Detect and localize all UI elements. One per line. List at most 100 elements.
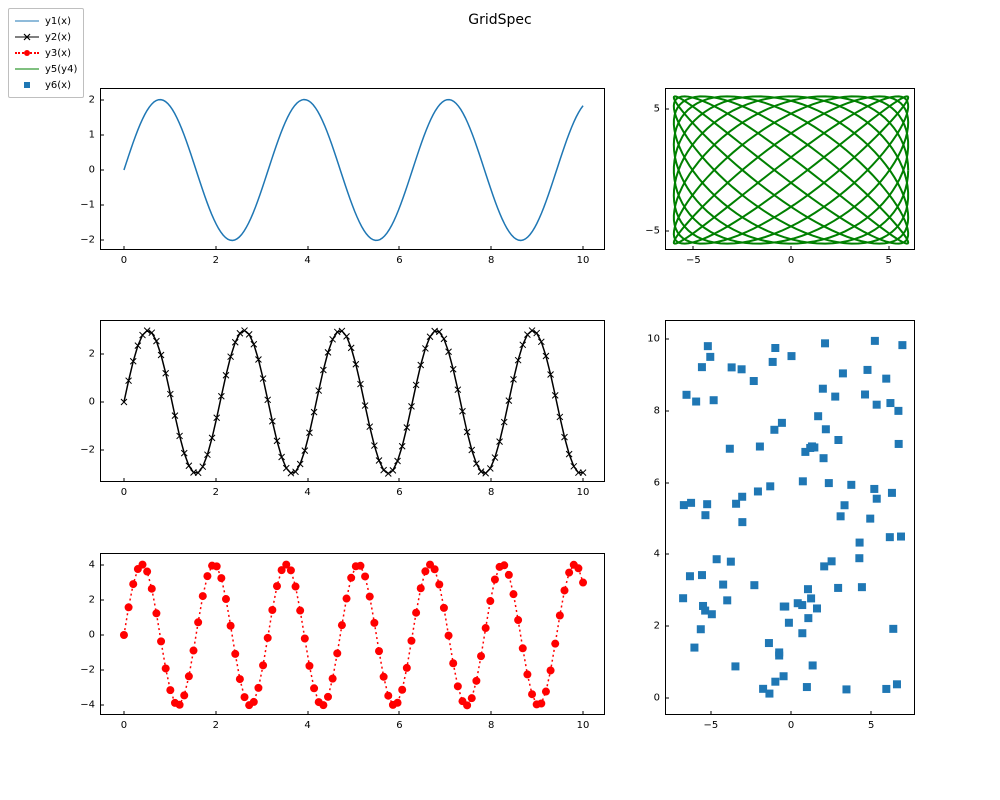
scatter-point <box>882 685 890 693</box>
scatter-point <box>687 499 695 507</box>
x-tick-label: 4 <box>304 714 310 731</box>
scatter-point <box>692 398 700 406</box>
figure-title: GridSpec <box>0 12 1000 28</box>
subplot-y2: −2020246810 <box>100 320 605 482</box>
scatter-point <box>809 661 817 669</box>
scatter-point <box>888 489 896 497</box>
x-tick-label: 0 <box>121 249 127 266</box>
scatter-point <box>804 585 812 593</box>
series-line <box>124 100 583 241</box>
scatter-point <box>801 448 809 456</box>
legend-swatch-square-icon <box>15 78 39 92</box>
subplot-y6: 0246810−505 <box>665 320 915 715</box>
scatter-point <box>898 341 906 349</box>
legend-item-y6: y6(x) <box>15 77 77 93</box>
scatter-point <box>699 602 707 610</box>
scatter-point <box>726 445 734 453</box>
scatter-point <box>780 672 788 680</box>
x-tick-label: 2 <box>213 714 219 731</box>
x-tick-label: 8 <box>488 714 494 731</box>
scatter-point <box>820 454 828 462</box>
x-tick-label: 0 <box>121 714 127 731</box>
scatter-point <box>697 625 705 633</box>
scatter-point <box>873 401 881 409</box>
scatter-point <box>770 426 778 434</box>
scatter-point <box>728 363 736 371</box>
scatter-point <box>882 375 890 383</box>
scatter-point <box>871 337 879 345</box>
subplot-y3: −4−20240246810 <box>100 553 605 715</box>
scatter-point <box>785 619 793 627</box>
scatter-point <box>765 690 773 698</box>
scatter-point <box>821 339 829 347</box>
scatter-point <box>866 515 874 523</box>
scatter-point <box>771 678 779 686</box>
scatter-point <box>886 533 894 541</box>
legend-label: y6(x) <box>45 80 71 91</box>
scatter-point <box>731 662 739 670</box>
scatter-point <box>820 562 828 570</box>
legend-label: y5(y4) <box>45 64 77 75</box>
scatter-point <box>750 377 758 385</box>
scatter-point <box>686 572 694 580</box>
scatter-point <box>819 385 827 393</box>
x-tick-label: 10 <box>577 481 590 498</box>
scatter-point <box>804 614 812 622</box>
scatter-point <box>713 555 721 563</box>
scatter-point <box>780 603 788 611</box>
plot-area <box>101 89 606 251</box>
scatter-point <box>698 571 706 579</box>
scatter-point <box>813 604 821 612</box>
scatter-point <box>738 493 746 501</box>
scatter-point <box>873 495 881 503</box>
scatter-point <box>778 419 786 427</box>
scatter-point <box>803 683 811 691</box>
scatter-point <box>727 558 735 566</box>
scatter-point <box>683 391 691 399</box>
plot-area <box>666 321 916 716</box>
legend: y1(x) y2(x) y3(x) y5(y4) y <box>8 8 84 98</box>
scatter-point <box>894 407 902 415</box>
scatter-point <box>690 644 698 652</box>
y-tick-label: 10 <box>647 333 666 344</box>
scatter-point <box>771 344 779 352</box>
x-tick-label: 0 <box>788 249 794 266</box>
scatter-point <box>719 581 727 589</box>
scatter-point <box>701 511 709 519</box>
x-tick-label: 4 <box>304 481 310 498</box>
x-tick-label: 2 <box>213 249 219 266</box>
scatter-point <box>775 648 783 656</box>
legend-label: y2(x) <box>45 32 71 43</box>
scatter-point <box>679 594 687 602</box>
figure: GridSpec y1(x) y2(x) y3(x) <box>0 0 1000 800</box>
legend-item-y5: y5(y4) <box>15 61 77 77</box>
x-tick-label: 8 <box>488 249 494 266</box>
x-tick-label: 10 <box>577 714 590 731</box>
scatter-point <box>825 479 833 487</box>
y-tick-label: −2 <box>80 665 101 676</box>
y-tick-label: −5 <box>645 226 666 237</box>
x-tick-label: 6 <box>396 714 402 731</box>
scatter-point <box>841 501 849 509</box>
scatter-point <box>765 639 773 647</box>
scatter-point <box>834 584 842 592</box>
scatter-point <box>708 610 716 618</box>
scatter-point <box>839 369 847 377</box>
scatter-point <box>814 412 822 420</box>
legend-swatch-dot-o-icon <box>15 46 39 60</box>
legend-item-y2: y2(x) <box>15 29 77 45</box>
scatter-point <box>822 425 830 433</box>
scatter-point <box>870 485 878 493</box>
x-tick-label: 0 <box>121 481 127 498</box>
scatter-point <box>698 363 706 371</box>
scatter-point <box>828 557 836 565</box>
scatter-point <box>710 396 718 404</box>
scatter-point <box>704 342 712 350</box>
scatter-point <box>723 596 731 604</box>
scatter-point <box>799 477 807 485</box>
legend-item-y1: y1(x) <box>15 13 77 29</box>
scatter-point <box>847 481 855 489</box>
y-tick-label: −2 <box>80 444 101 455</box>
x-tick-label: 5 <box>885 249 891 266</box>
x-tick-label: −5 <box>686 249 701 266</box>
